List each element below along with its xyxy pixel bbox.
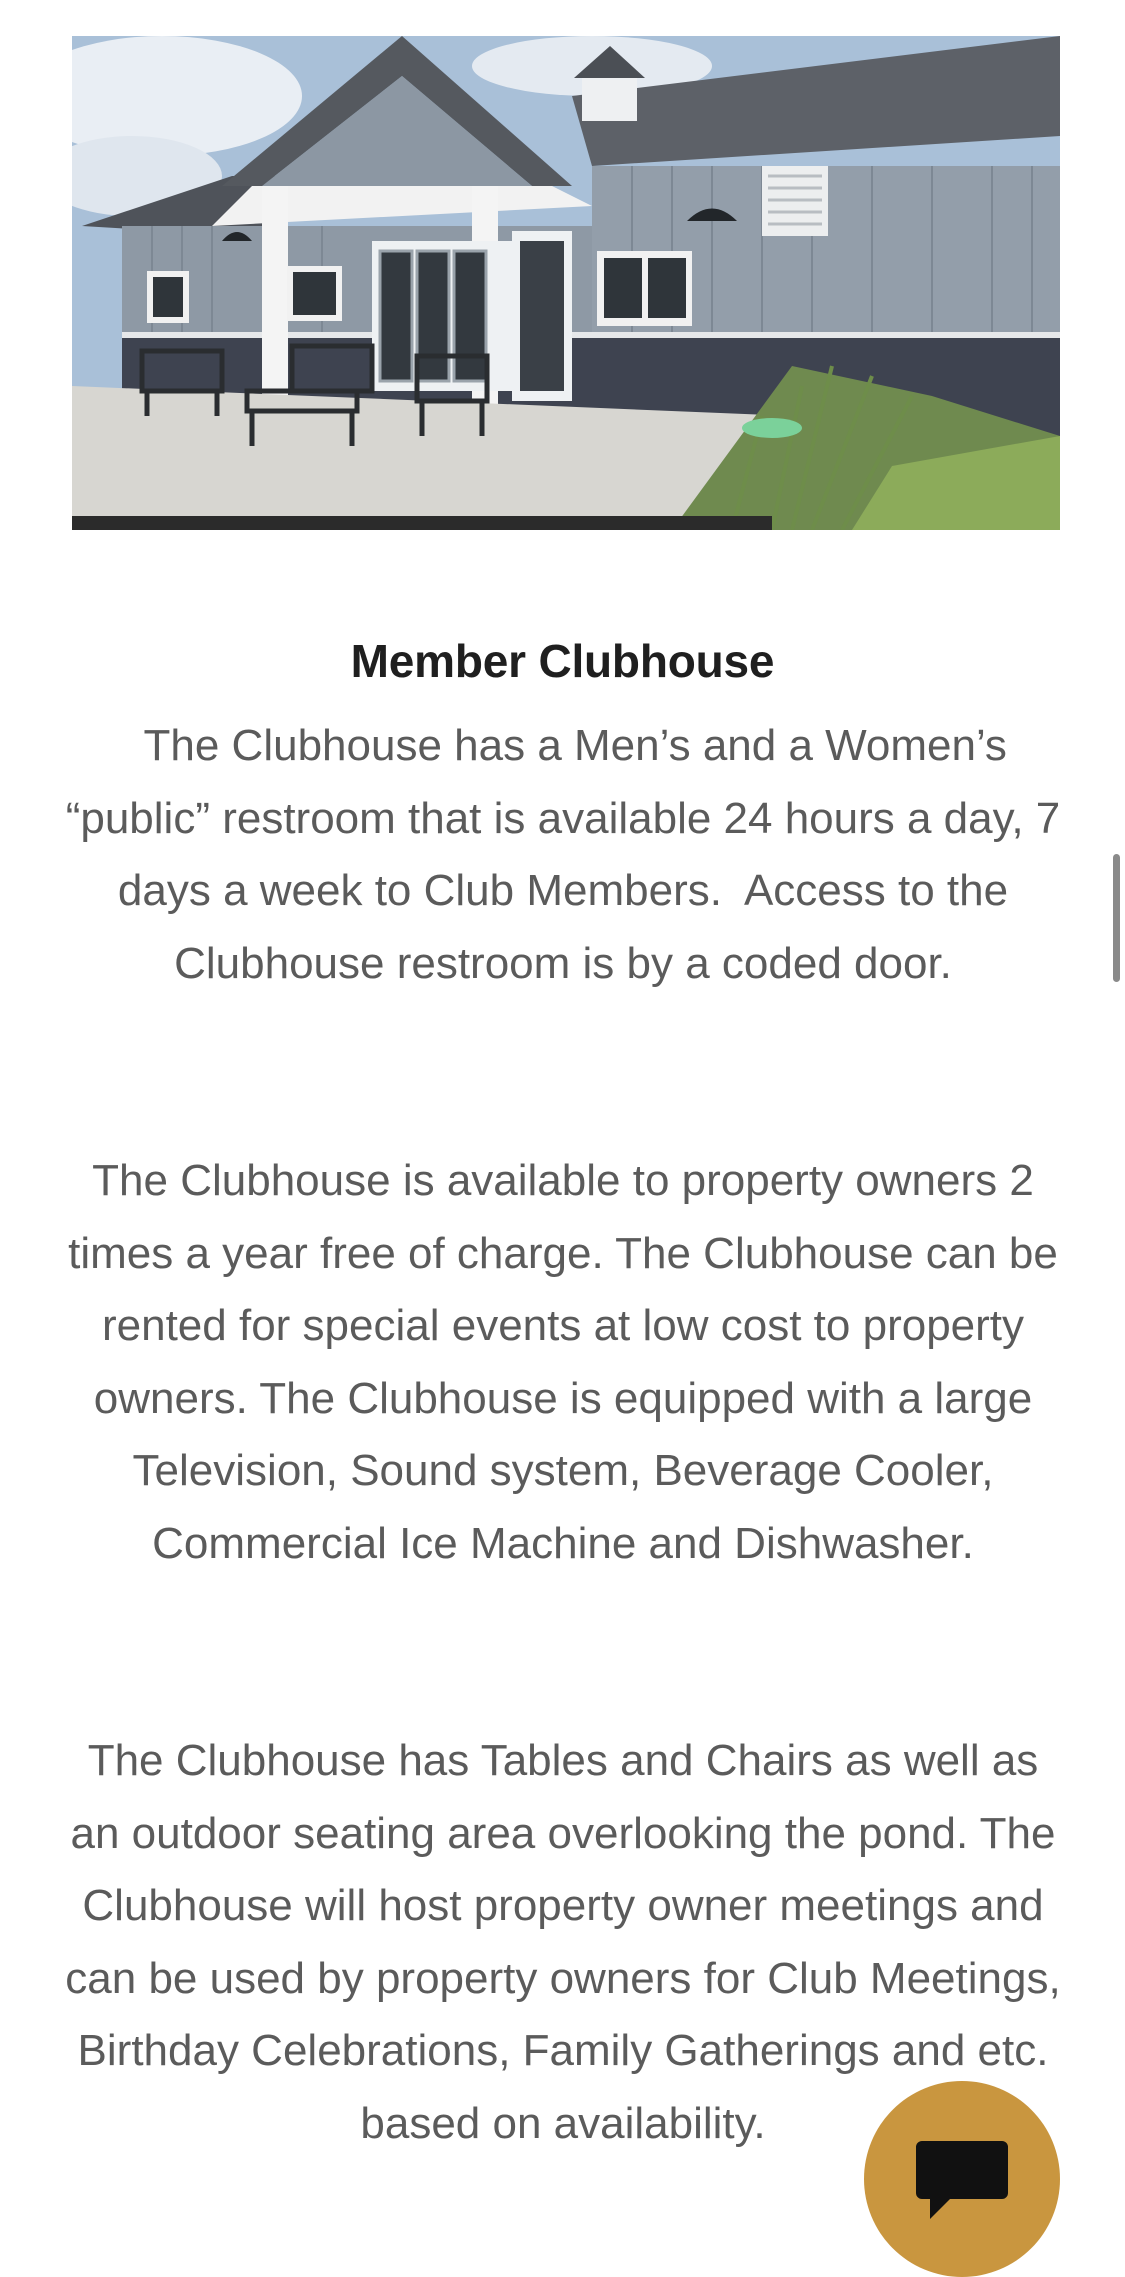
section-title: Member Clubhouse — [350, 635, 775, 688]
scrollbar-thumb[interactable] — [1113, 854, 1120, 982]
clubhouse-photo — [72, 36, 1060, 530]
paragraph-availability: The Clubhouse is available to property o… — [68, 1156, 1058, 1568]
chat-button[interactable] — [864, 2081, 1060, 2277]
chat-bubble-icon — [916, 2141, 1008, 2219]
paragraph-restrooms: The Clubhouse has a Men’s and a Women’s … — [65, 721, 1073, 988]
